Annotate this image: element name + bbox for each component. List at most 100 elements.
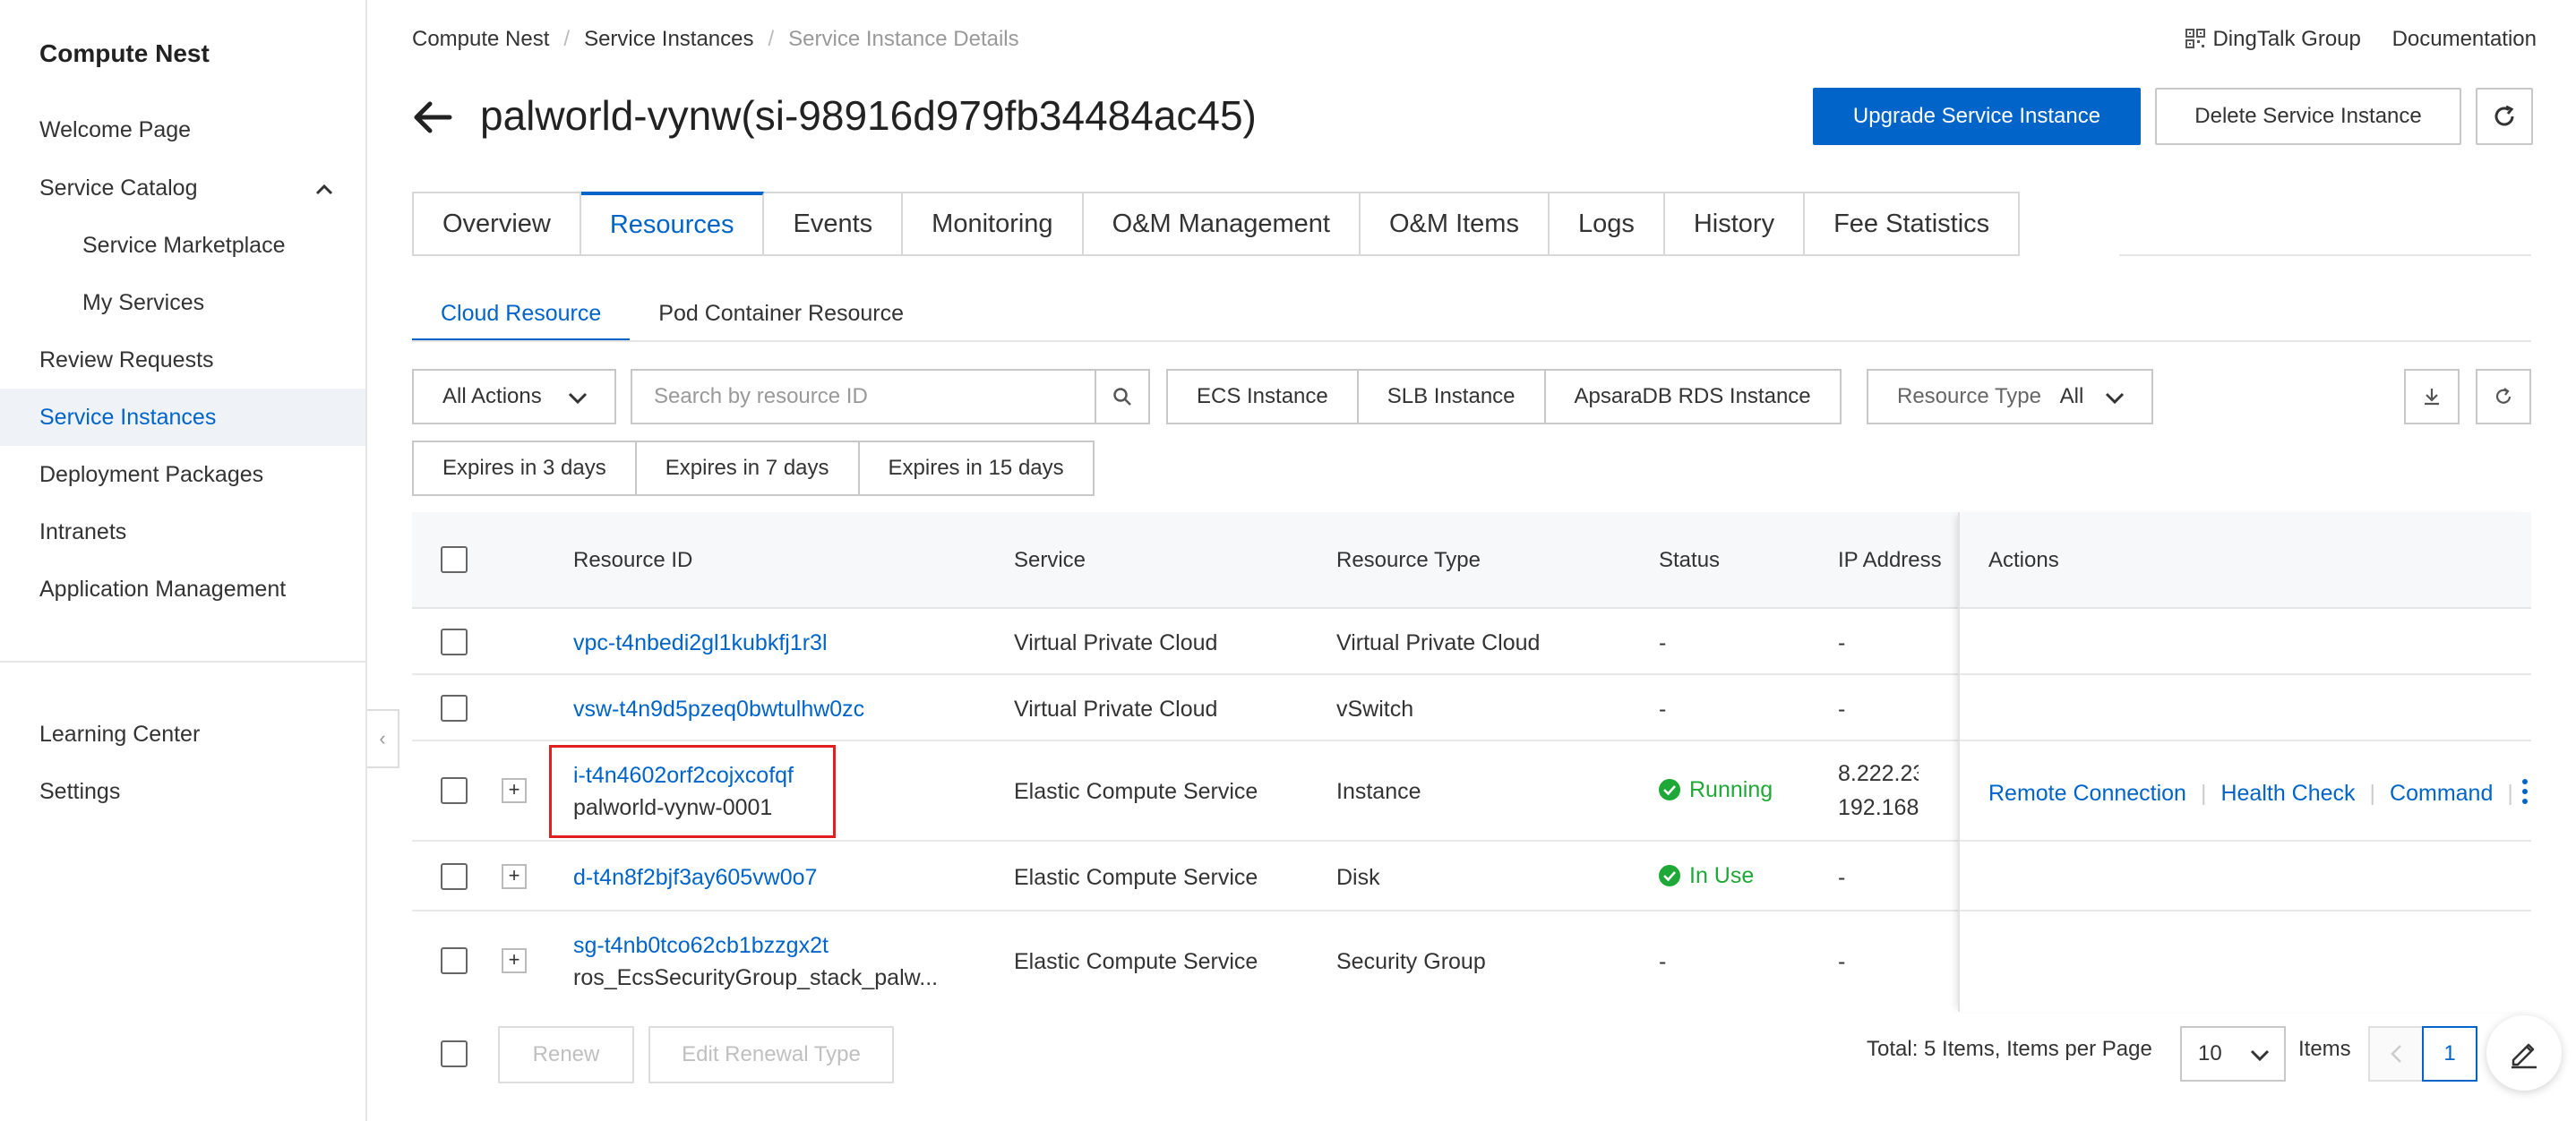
tab-resources[interactable]: Resources: [580, 192, 765, 256]
row-checkbox[interactable]: [441, 695, 468, 722]
previous-page-button[interactable]: [2368, 1026, 2424, 1082]
row-actions: Remote Connection | Health Check | Command |: [1988, 781, 2528, 807]
resource-name: ros_EcsSecurityGroup_stack_palw...: [573, 965, 939, 990]
search-button[interactable]: [1095, 369, 1150, 424]
resource-type-cell: Disk: [1336, 865, 1380, 890]
subtab-pod-container-resource[interactable]: Pod Container Resource: [630, 295, 932, 342]
breadcrumb-current: Service Instance Details: [788, 27, 1019, 51]
status-cell: -: [1659, 949, 1667, 974]
back-arrow-icon[interactable]: [410, 95, 455, 140]
service-cell: Virtual Private Cloud: [1014, 697, 1218, 722]
sidebar-item-welcome-page[interactable]: Welcome Page: [0, 101, 365, 158]
expires-3-days-button[interactable]: Expires in 3 days: [412, 441, 637, 496]
tabs-divider: [2119, 254, 2531, 256]
sidebar-item-review-requests[interactable]: Review Requests: [0, 331, 365, 389]
search-input[interactable]: [631, 369, 1096, 424]
download-button[interactable]: [2404, 369, 2460, 424]
footer-select-all-checkbox[interactable]: [441, 1040, 468, 1067]
sidebar-item-service-instances[interactable]: Service Instances: [0, 389, 365, 446]
command-link[interactable]: Command: [2390, 781, 2493, 806]
action-separator: |: [2507, 781, 2513, 806]
ip-cell: -: [1838, 630, 1846, 655]
table-row: vpc-t4nbedi2gl1kubkfj1r3l Virtual Privat…: [412, 609, 2531, 675]
tab-overview[interactable]: Overview: [412, 192, 581, 256]
all-actions-dropdown[interactable]: All Actions: [412, 369, 616, 424]
sidebar-item-service-marketplace[interactable]: Service Marketplace: [0, 217, 365, 274]
sidebar-item-intranets[interactable]: Intranets: [0, 503, 365, 560]
sidebar-item-learning-center[interactable]: Learning Center: [0, 706, 365, 763]
status-badge: In Use: [1659, 863, 1754, 889]
row-checkbox[interactable]: [441, 777, 468, 804]
subtab-cloud-resource[interactable]: Cloud Resource: [412, 295, 631, 342]
remote-connection-link[interactable]: Remote Connection: [1988, 781, 2186, 806]
pagination-total: Total: 5 Items, Items per Page: [1867, 1037, 2152, 1062]
tab-logs[interactable]: Logs: [1549, 192, 1665, 256]
ip-cell-private: 192.168.1.2: [1838, 795, 1919, 820]
sidebar-item-settings[interactable]: Settings: [0, 763, 365, 820]
sidebar-item-service-catalog[interactable]: Service Catalog: [0, 159, 365, 217]
sub-tabs: Cloud Resource Pod Container Resource: [412, 295, 932, 342]
resource-id-link[interactable]: vpc-t4nbedi2gl1kubkfj1r3l: [573, 630, 828, 656]
status-text: Running: [1689, 777, 1773, 802]
sidebar-divider: [0, 661, 365, 663]
service-cell: Elastic Compute Service: [1014, 779, 1258, 804]
expand-row-button[interactable]: +: [502, 778, 527, 803]
subtabs-divider: [412, 340, 2531, 342]
upgrade-service-instance-button[interactable]: Upgrade Service Instance: [1813, 88, 2141, 145]
health-check-link[interactable]: Health Check: [2220, 781, 2355, 806]
sidebar-item-deployment-packages[interactable]: Deployment Packages: [0, 446, 365, 503]
rds-instance-button[interactable]: ApsaraDB RDS Instance: [1545, 369, 1842, 424]
chevron-up-icon: [315, 159, 333, 217]
tab-monitoring[interactable]: Monitoring: [903, 192, 1084, 256]
resource-id-link[interactable]: d-t4n8f2bjf3ay605vw0o7: [573, 865, 817, 891]
tab-om-items[interactable]: O&M Items: [1360, 192, 1550, 256]
row-checkbox[interactable]: [441, 863, 468, 890]
documentation-link[interactable]: Documentation: [2392, 27, 2537, 51]
refresh-button[interactable]: [2476, 88, 2533, 145]
row-checkbox[interactable]: [441, 629, 468, 655]
edit-renewal-type-button[interactable]: Edit Renewal Type: [648, 1026, 894, 1083]
qr-code-icon: [2185, 29, 2206, 48]
column-status: Status: [1659, 548, 1721, 572]
resource-type-dropdown[interactable]: Resource Type All: [1867, 369, 2153, 424]
select-all-checkbox[interactable]: [441, 546, 468, 573]
ip-cell: -: [1838, 865, 1846, 890]
tab-history[interactable]: History: [1664, 192, 1806, 256]
dingtalk-group-link[interactable]: DingTalk Group: [2185, 27, 2361, 51]
sidebar-item-application-management[interactable]: Application Management: [0, 560, 365, 618]
items-per-page-label: Items per Page: [2006, 1037, 2152, 1061]
expires-15-days-button[interactable]: Expires in 15 days: [859, 441, 1095, 496]
sidebar-item-label: Deployment Packages: [39, 462, 264, 487]
row-checkbox[interactable]: [441, 947, 468, 974]
feedback-button[interactable]: [2486, 1015, 2562, 1091]
sidebar-item-label: Review Requests: [39, 347, 214, 372]
page-size-select[interactable]: 10: [2180, 1026, 2286, 1082]
sidebar-item-label: Service Instances: [39, 405, 217, 430]
sidebar-collapse-handle[interactable]: ‹: [367, 709, 399, 768]
expires-7-days-button[interactable]: Expires in 7 days: [636, 441, 860, 496]
expand-row-button[interactable]: +: [502, 864, 527, 889]
resource-id-link[interactable]: vsw-t4n9d5pzeq0bwtulhw0zc: [573, 697, 864, 723]
slb-instance-button[interactable]: SLB Instance: [1358, 369, 1546, 424]
table-refresh-button[interactable]: [2476, 369, 2531, 424]
expand-row-button[interactable]: +: [502, 948, 527, 973]
sidebar-item-my-services[interactable]: My Services: [0, 274, 365, 331]
delete-service-instance-button[interactable]: Delete Service Instance: [2155, 88, 2461, 145]
resource-type-value: All: [2059, 384, 2084, 408]
check-circle-icon: [1659, 865, 1680, 886]
tab-fee-statistics[interactable]: Fee Statistics: [1805, 192, 2021, 256]
tab-om-management[interactable]: O&M Management: [1083, 192, 1361, 256]
page-1-button[interactable]: 1: [2422, 1026, 2477, 1082]
tab-events[interactable]: Events: [764, 192, 904, 256]
more-vertical-icon[interactable]: [2520, 777, 2529, 806]
sidebar-brand: Compute Nest: [39, 39, 210, 67]
breadcrumb-service-instances[interactable]: Service Instances: [584, 27, 753, 51]
resource-id-link[interactable]: sg-t4nb0tco62cb1bzzgx2t: [573, 933, 829, 959]
search-icon: [1113, 388, 1131, 406]
renew-button[interactable]: Renew: [498, 1026, 634, 1083]
breadcrumb-compute-nest[interactable]: Compute Nest: [412, 27, 549, 51]
action-separator: |: [2369, 781, 2376, 806]
items-label: Items: [2298, 1037, 2351, 1061]
sidebar-item-label: Application Management: [39, 577, 287, 602]
ecs-instance-button[interactable]: ECS Instance: [1166, 369, 1359, 424]
